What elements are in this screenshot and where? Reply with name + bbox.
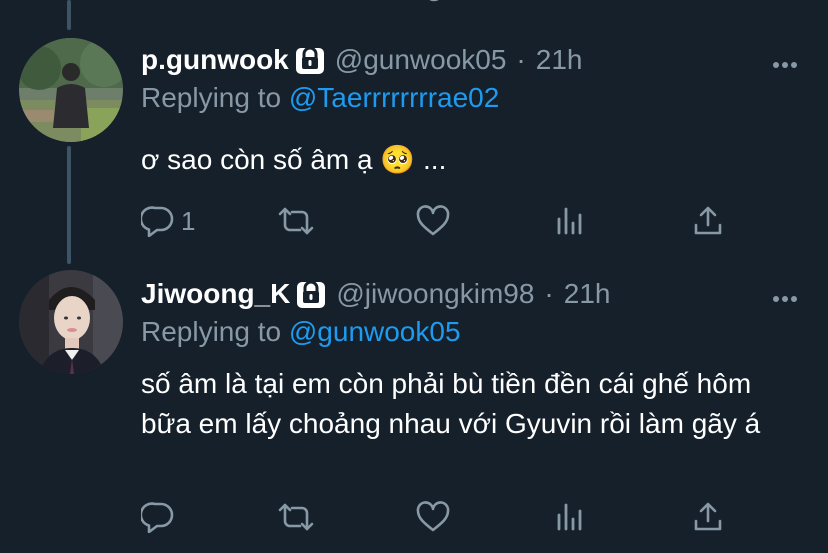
reply-icon [141, 205, 175, 237]
heart-icon [416, 501, 450, 533]
display-name[interactable]: Jiwoong_K [141, 278, 290, 310]
more-icon[interactable] [772, 56, 798, 68]
like-button[interactable] [416, 204, 450, 238]
replying-to: Replying to @Taerrrrrrrrae02 [141, 82, 499, 114]
retweet-button[interactable] [277, 204, 315, 238]
handle[interactable]: @gunwook05 [335, 44, 507, 76]
avatar[interactable] [19, 270, 123, 374]
analytics-icon [555, 205, 585, 237]
heart-icon [416, 205, 450, 237]
tweet[interactable]: Jiwoong_K @jiwoongkim98 · 21h Replying t… [0, 250, 828, 553]
tweet[interactable]: p.gunwook @gunwook05 · 21h Replying to @… [0, 0, 828, 250]
tweet-text: số âm là tại em còn phải bù tiền đền cái… [141, 368, 761, 439]
share-button[interactable] [693, 204, 723, 238]
retweet-button[interactable] [277, 500, 315, 534]
handle[interactable]: @jiwoongkim98 [336, 278, 534, 310]
reply-icon [141, 501, 175, 533]
analytics-button[interactable] [555, 500, 585, 534]
analytics-icon [555, 501, 585, 533]
replying-to: Replying to @gunwook05 [141, 316, 461, 348]
avatar-image [19, 270, 123, 374]
separator: · [516, 44, 526, 75]
reply-count: 1 [181, 205, 196, 236]
display-name[interactable]: p.gunwook [141, 44, 289, 76]
timestamp[interactable]: 21h [564, 278, 611, 310]
retweet-icon [277, 205, 315, 237]
share-icon [693, 501, 723, 533]
replying-prefix: Replying to [141, 316, 282, 347]
mention-link[interactable]: @Taerrrrrrrrae02 [289, 82, 499, 113]
reply-button[interactable]: 1 [141, 204, 195, 238]
mention-link[interactable]: @gunwook05 [289, 316, 461, 347]
analytics-button[interactable] [555, 204, 585, 238]
separator: · [544, 278, 554, 309]
tweet-header: p.gunwook @gunwook05 · 21h [141, 40, 582, 80]
share-icon [693, 205, 723, 237]
tweet-actions: 1 [141, 204, 731, 238]
avatar-image [19, 38, 123, 142]
lock-icon [295, 44, 325, 76]
share-button[interactable] [693, 500, 723, 534]
retweet-icon [277, 501, 315, 533]
more-icon[interactable] [772, 290, 798, 302]
avatar[interactable] [19, 38, 123, 142]
reply-button[interactable] [141, 500, 181, 534]
tweet-text: ơ sao còn số âm ạ 🥺 ... [141, 144, 447, 175]
lock-icon [296, 278, 326, 310]
like-button[interactable] [416, 500, 450, 534]
tweet-header: Jiwoong_K @jiwoongkim98 · 21h [141, 274, 610, 314]
timestamp[interactable]: 21h [536, 44, 583, 76]
tweet-actions [141, 500, 731, 534]
replying-prefix: Replying to [141, 82, 282, 113]
